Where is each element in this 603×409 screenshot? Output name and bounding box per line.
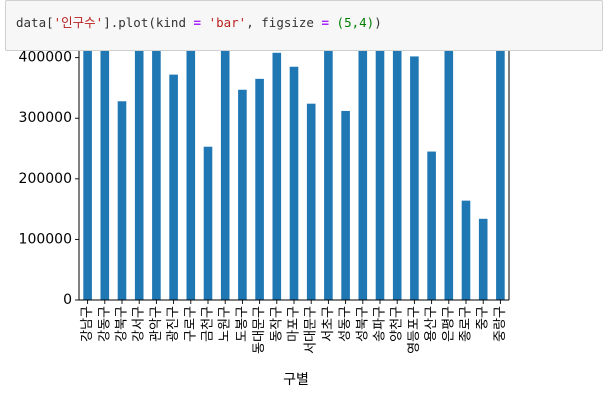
bar-서대문구	[306, 103, 316, 300]
bar-chart: 강남구 강동구 강북구 강서구 관악구 광진구 구로구 금천구 노원구 도봉구 동대문구 동작구 마포구…	[19, 0, 510, 388]
code-figsize-value: (5,4)	[336, 15, 375, 30]
x-tick-label: 강북구	[115, 306, 130, 342]
bar-중구	[478, 218, 488, 300]
bar-관악구	[152, 51, 161, 300]
bar-강북구	[117, 101, 127, 300]
y-tick-label: 200000	[19, 171, 72, 187]
y-tick-label: 300000	[19, 110, 72, 126]
x-tick-label: 용산구	[424, 306, 439, 342]
x-tick-label: 동작구	[269, 306, 284, 342]
code-column-string: '인구수'	[53, 15, 104, 30]
x-tick-label: 서대문구	[304, 306, 319, 354]
bar-중랑구	[496, 51, 505, 300]
bar-노원구	[220, 51, 230, 300]
bar-종로구	[461, 200, 471, 300]
x-tick-label: 도봉구	[235, 306, 250, 342]
bar-서초구	[324, 51, 333, 300]
code-eq-1: =	[193, 15, 202, 30]
x-tick-label: 성북구	[355, 306, 370, 342]
x-tick-label: 구로구	[183, 306, 198, 342]
bar-강남구	[83, 51, 92, 300]
bar-용산구	[427, 151, 436, 300]
x-tick-label: 강남구	[80, 306, 95, 342]
bar-동작구	[272, 52, 282, 300]
x-tick-label: 중구	[476, 306, 491, 330]
cell-output: 강남구 강동구 강북구 강서구 관악구 광진구 구로구 금천구 노원구 도봉구 동대문구 동작구 마포구…	[0, 0, 603, 405]
x-axis-label: 구별	[283, 372, 309, 388]
bar-영등포구	[410, 56, 419, 300]
code-line[interactable]: data['인구수'].plot(kind = 'bar', figsize =…	[16, 12, 382, 31]
code-cell-input[interactable]: data['인구수'].plot(kind = 'bar', figsize =…	[5, 0, 603, 51]
bar-강동구	[100, 51, 110, 300]
x-tick-label: 종로구	[459, 306, 474, 342]
x-tick-label: 서초구	[321, 306, 336, 342]
x-tick-label: 양천구	[390, 306, 405, 342]
x-tick-label: 송파구	[373, 306, 388, 342]
bar-도봉구	[238, 89, 247, 300]
bars-group	[83, 51, 505, 300]
bar-금천구	[203, 146, 213, 300]
bar-성북구	[358, 51, 368, 300]
bar-송파구	[375, 51, 385, 300]
x-tick-label: 중랑구	[493, 306, 508, 342]
x-tick-label: 관악구	[149, 306, 164, 342]
x-tick-label: 영등포구	[407, 306, 422, 354]
x-tick-label: 동대문구	[252, 306, 267, 354]
x-tick-label: 강동구	[97, 306, 112, 342]
x-tick-label: 광진구	[166, 306, 181, 342]
y-tick-label: 0	[63, 292, 72, 308]
x-tick-label: 마포구	[287, 306, 302, 342]
code-comma: , figsize	[246, 15, 322, 30]
bar-은평구	[444, 51, 454, 300]
x-tick-label: 노원구	[218, 306, 233, 342]
code-kind-string: 'bar'	[208, 15, 247, 30]
code-middle: ].plot(kind	[103, 15, 194, 30]
x-tick-label: 은평구	[441, 306, 456, 342]
bar-마포구	[289, 66, 299, 300]
code-eq-2: =	[321, 15, 330, 30]
bar-성동구	[341, 110, 350, 300]
bar-광진구	[169, 74, 178, 300]
bar-동대문구	[255, 78, 264, 300]
y-tick-label: 400000	[19, 51, 72, 66]
bar-구로구	[186, 51, 196, 300]
x-tick-label: 금천구	[201, 306, 216, 342]
x-tick-label: 강서구	[132, 306, 147, 342]
code-prefix: data[	[16, 15, 54, 30]
code-suffix: )	[374, 15, 382, 30]
bar-양천구	[392, 51, 402, 300]
x-tick-label: 성동구	[338, 306, 353, 342]
bar-강서구	[134, 51, 144, 300]
y-tick-label: 100000	[19, 231, 72, 247]
